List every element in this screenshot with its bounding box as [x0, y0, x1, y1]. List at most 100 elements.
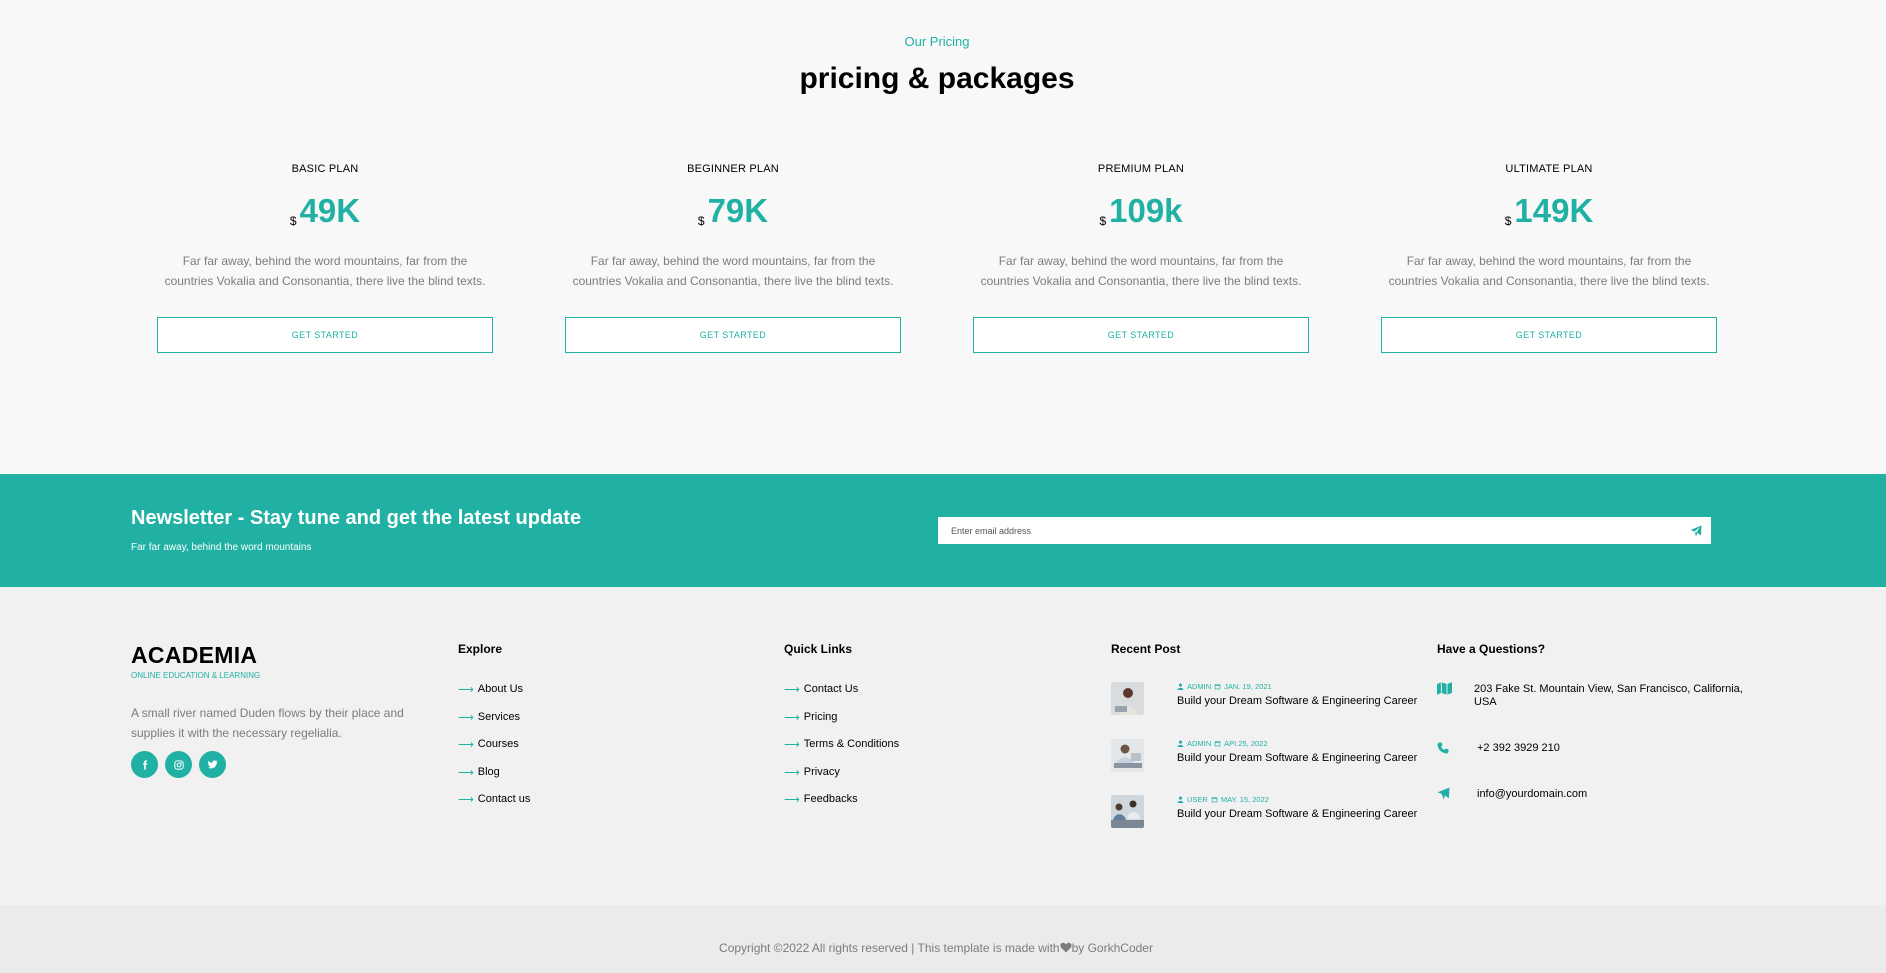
plan-description: Far far away, behind the word mountains,…: [164, 254, 486, 288]
calendar-icon: [1211, 797, 1218, 803]
social-links: [131, 751, 226, 778]
link-label: Services: [477, 710, 520, 723]
price-amount: 109k: [1109, 192, 1183, 229]
footer-link-about-us[interactable]: ⟶ About Us: [458, 683, 530, 711]
copyright-author[interactable]: by GorkhCoder: [1072, 941, 1153, 955]
pricing-title: pricing & packages: [799, 62, 1075, 95]
plan-description: Far far away, behind the word mountains,…: [980, 254, 1302, 288]
newsletter-section: Newsletter - Stay tune and get the lates…: [0, 474, 1886, 587]
phone-text[interactable]: +2 392 3929 210: [1477, 742, 1560, 755]
plan-name: BASIC PLAN: [291, 163, 359, 175]
quick-links: ⟶ Contact Us ⟶ Pricing ⟶ Terms & Conditions…: [784, 683, 899, 821]
twitter-icon[interactable]: [199, 751, 226, 778]
link-label: About Us: [477, 683, 524, 695]
calendar-icon: [1214, 741, 1221, 747]
post-thumbnail[interactable]: [1111, 739, 1144, 772]
footer-link-courses[interactable]: ⟶ Courses: [458, 738, 530, 766]
explore-heading: Explore: [458, 642, 503, 656]
plan-card-ultimate: ULTIMATE PLAN $ 149K Far far away, behin…: [1381, 163, 1717, 353]
price-amount: 79K: [707, 192, 769, 229]
arrow-right-icon: ⟶: [784, 711, 800, 724]
footer-link-services[interactable]: ⟶ Services: [458, 711, 530, 739]
calendar-icon: [1214, 684, 1221, 690]
arrow-right-icon: ⟶: [784, 794, 800, 806]
price-amount: 49K: [299, 192, 361, 229]
post-title[interactable]: Build your Dream Software & Engineering …: [1177, 695, 1417, 707]
quick-links-heading: Quick Links: [784, 642, 853, 656]
user-icon: [1177, 683, 1184, 690]
plan-name: BEGINNER PLAN: [687, 163, 779, 175]
address-text: 203 Fake St. Mountain View, San Francisc…: [1474, 683, 1743, 708]
link-label: Pricing: [803, 710, 838, 723]
footer-link-privacy[interactable]: ⟶ Privacy: [784, 766, 899, 794]
post-author[interactable]: ADMIN: [1187, 682, 1211, 691]
link-label: Contact Us: [803, 683, 859, 695]
footer-link-pricing[interactable]: ⟶ Pricing: [784, 711, 899, 739]
post-date[interactable]: JAN. 19, 2021: [1224, 682, 1272, 691]
heart-icon: [1060, 942, 1072, 956]
post-meta: ADMIN JAN. 19, 2021: [1177, 682, 1272, 691]
get-started-button-beginner[interactable]: GET STARTED: [565, 317, 901, 353]
post-meta: ADMIN API.25, 2022: [1177, 739, 1268, 748]
link-label: Terms & Conditions: [803, 738, 900, 750]
link-label: Contact us: [477, 793, 531, 805]
phone-icon: [1437, 741, 1453, 757]
email-text[interactable]: info@yourdomain.com: [1477, 788, 1587, 801]
get-started-button-basic[interactable]: GET STARTED: [157, 317, 493, 353]
post-author[interactable]: USER: [1187, 795, 1208, 804]
post-thumbnail[interactable]: [1111, 795, 1144, 828]
arrow-right-icon: ⟶: [458, 794, 474, 806]
plan-card-premium: PREMIUM PLAN $ 109k Far far away, behind…: [973, 163, 1309, 353]
footer-link-contact[interactable]: ⟶ Contact Us: [784, 683, 899, 711]
plan-card-basic: BASIC PLAN $ 49K Far far away, behind th…: [157, 163, 493, 353]
post-title[interactable]: Build your Dream Software & Engineering …: [1177, 808, 1417, 820]
instagram-icon[interactable]: [165, 751, 192, 778]
currency-symbol: $: [1504, 214, 1512, 228]
questions-heading: Have a Questions?: [1437, 642, 1546, 656]
arrow-right-icon: ⟶: [784, 739, 800, 751]
explore-links: ⟶ About Us ⟶ Services ⟶ Courses ⟶ Blog ⟶ Cont…: [458, 683, 530, 821]
facebook-icon[interactable]: [131, 751, 158, 778]
footer-link-blog[interactable]: ⟶ Blog: [458, 766, 530, 794]
pricing-eyebrow: Our Pricing: [904, 34, 970, 49]
newsletter-title: Newsletter - Stay tune and get the lates…: [131, 507, 582, 529]
plan-price: $ 149K: [1381, 189, 1717, 233]
recent-post-heading: Recent Post: [1111, 642, 1181, 656]
footer: ACADEMIA ONLINE EDUCATION & LEARNING A s…: [0, 587, 1886, 905]
plan-description: Far far away, behind the word mountains,…: [572, 254, 894, 288]
post-title[interactable]: Build your Dream Software & Engineering …: [1177, 752, 1417, 764]
footer-link-feedbacks[interactable]: ⟶ Feedbacks: [784, 793, 899, 821]
post-author[interactable]: ADMIN: [1187, 739, 1211, 748]
arrow-right-icon: ⟶: [784, 684, 800, 696]
arrow-right-icon: ⟶: [458, 711, 474, 724]
link-label: Blog: [477, 765, 500, 778]
link-label: Feedbacks: [803, 793, 858, 805]
recent-post[interactable]: ADMIN API.25, 2022 Build your Dream Soft…: [1111, 739, 1431, 779]
currency-symbol: $: [1099, 214, 1107, 228]
recent-post[interactable]: USER MAY. 15, 2022 Build your Dream Soft…: [1111, 795, 1431, 835]
plan-description: Far far away, behind the word mountains,…: [1388, 254, 1710, 288]
post-meta: USER MAY. 15, 2022: [1177, 795, 1269, 804]
newsletter-subtitle: Far far away, behind the word mountains: [131, 542, 312, 553]
arrow-right-icon: ⟶: [458, 766, 474, 779]
footer-link-contact-us[interactable]: ⟶ Contact us: [458, 793, 530, 821]
user-icon: [1177, 740, 1184, 747]
brand-logo[interactable]: ACADEMIA: [131, 642, 257, 669]
paper-plane-icon: [1437, 787, 1453, 803]
post-thumbnail[interactable]: [1111, 682, 1144, 715]
email-input[interactable]: [938, 517, 1711, 544]
arrow-right-icon: ⟶: [458, 684, 474, 696]
paper-plane-icon[interactable]: [1685, 520, 1707, 542]
pricing-section: Our Pricing pricing & packages BASIC PLA…: [0, 0, 1886, 474]
recent-post[interactable]: ADMIN JAN. 19, 2021 Build your Dream Sof…: [1111, 682, 1431, 722]
arrow-right-icon: ⟶: [784, 766, 800, 779]
about-text: A small river named Duden flows by their…: [131, 706, 404, 740]
post-date[interactable]: API.25, 2022: [1224, 739, 1267, 748]
footer-link-terms[interactable]: ⟶ Terms & Conditions: [784, 738, 899, 766]
map-icon: [1437, 682, 1453, 698]
post-date[interactable]: MAY. 15, 2022: [1221, 795, 1269, 804]
get-started-button-premium[interactable]: GET STARTED: [973, 317, 1309, 353]
price-amount: 149K: [1514, 192, 1594, 229]
get-started-button-ultimate[interactable]: GET STARTED: [1381, 317, 1717, 353]
link-label: Courses: [477, 738, 519, 750]
